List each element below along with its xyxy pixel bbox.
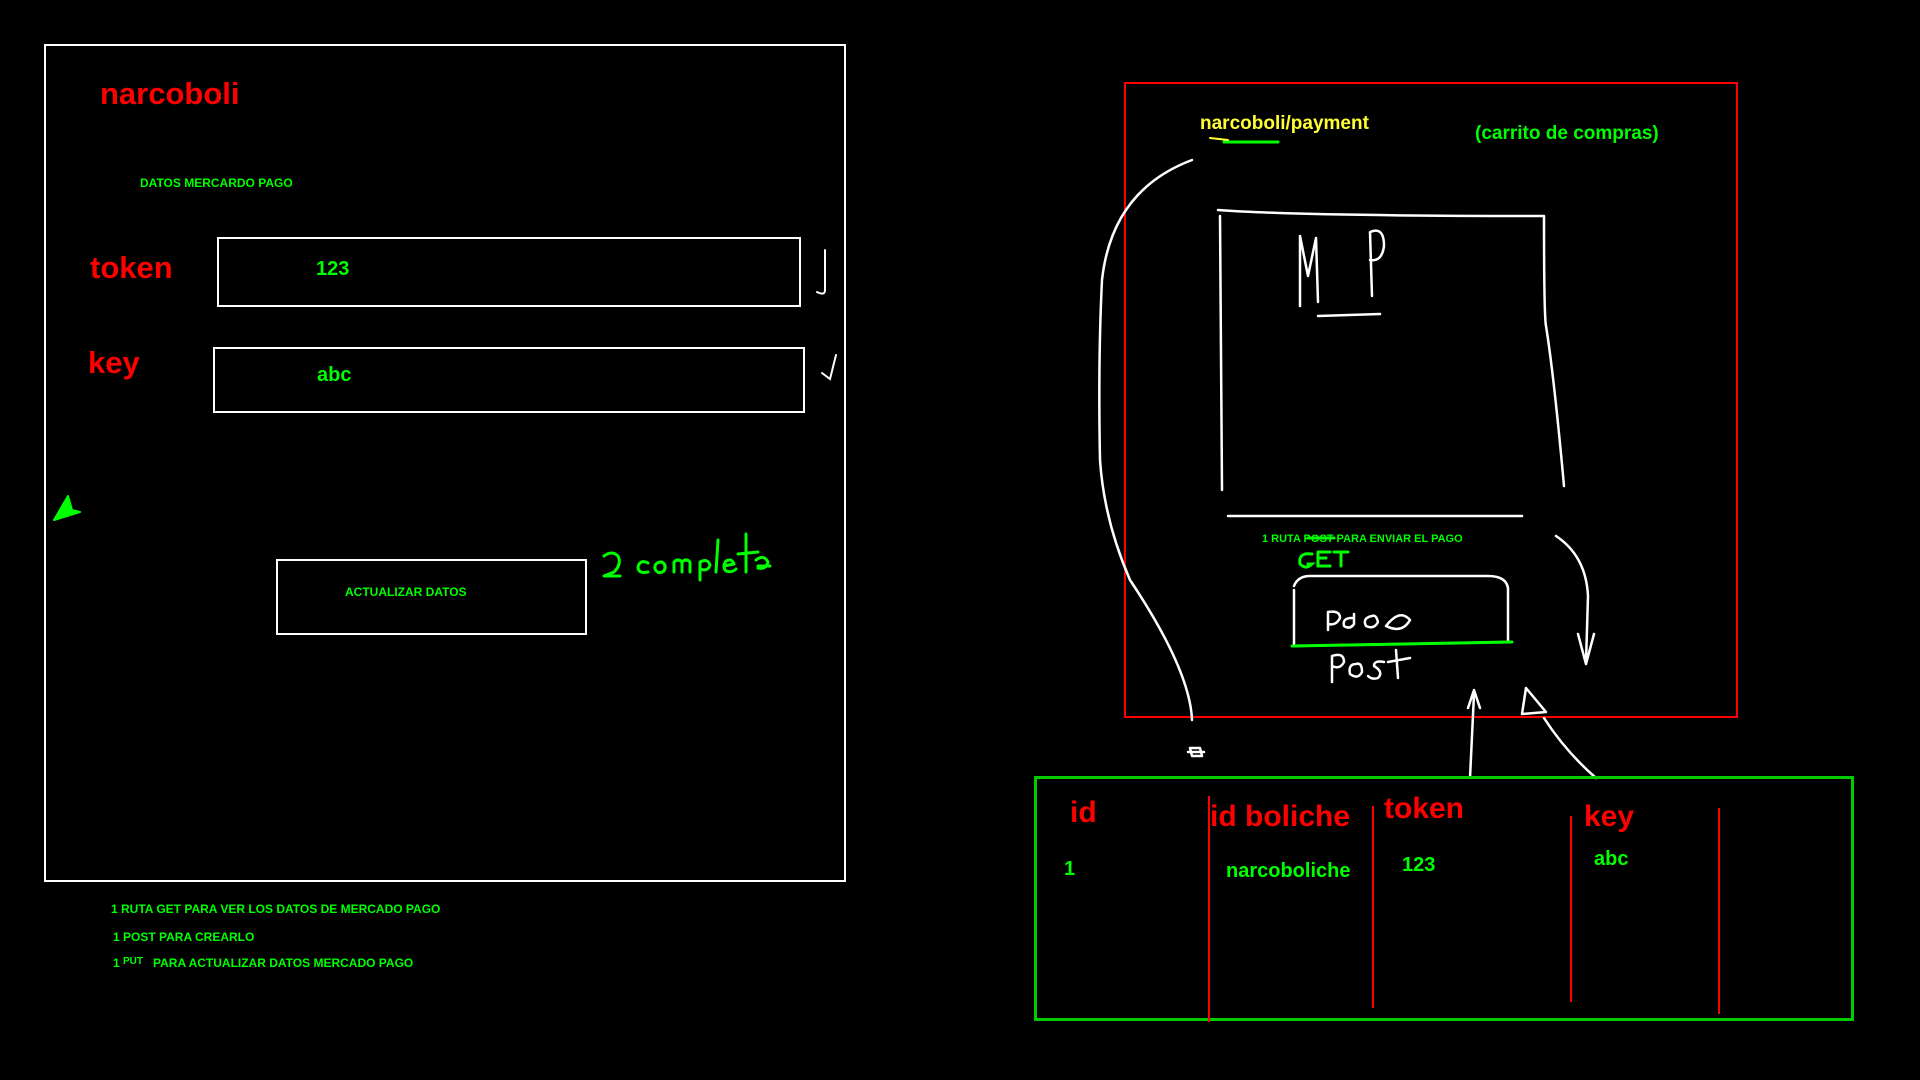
flow-arrow-left [1098,158,1194,722]
mp-sketch-label: MP [1318,244,1320,245]
db-cell-id: 1 [1064,858,1076,880]
flow-arrow-right [1554,534,1590,664]
mp-widget-frame [1216,208,1566,488]
flow-arrow-up-key [1542,716,1598,780]
flow-arrow-up-token [1468,692,1476,780]
db-header-id: id [1070,796,1097,829]
db-header-id-boliche: id boliche [1210,800,1351,833]
mp-letter-p [1368,229,1386,298]
get-sketch-label: GET [1298,552,1301,553]
db-header-token: token [1384,792,1465,825]
db-col-divider-4 [1718,808,1720,1014]
db-cell-id-boliche: narcoboliche [1226,860,1351,882]
db-col-divider-3 [1570,816,1572,1002]
pago-sketch-label: pago [1330,612,1333,613]
pay-button-sketch [1292,574,1510,648]
db-cell-key: abc [1594,848,1629,870]
complete-note-label: 2 completos [604,552,610,553]
db-col-divider-2 [1372,806,1374,1008]
mp-letter-m [1298,234,1320,308]
db-header-key: key [1584,800,1635,833]
db-cell-token: 123 [1402,854,1436,876]
whiteboard-canvas: narcoboli DATOS MERCARDO PAGO token 123 … [0,0,1920,1080]
post-sketch-label: post [1334,660,1336,661]
